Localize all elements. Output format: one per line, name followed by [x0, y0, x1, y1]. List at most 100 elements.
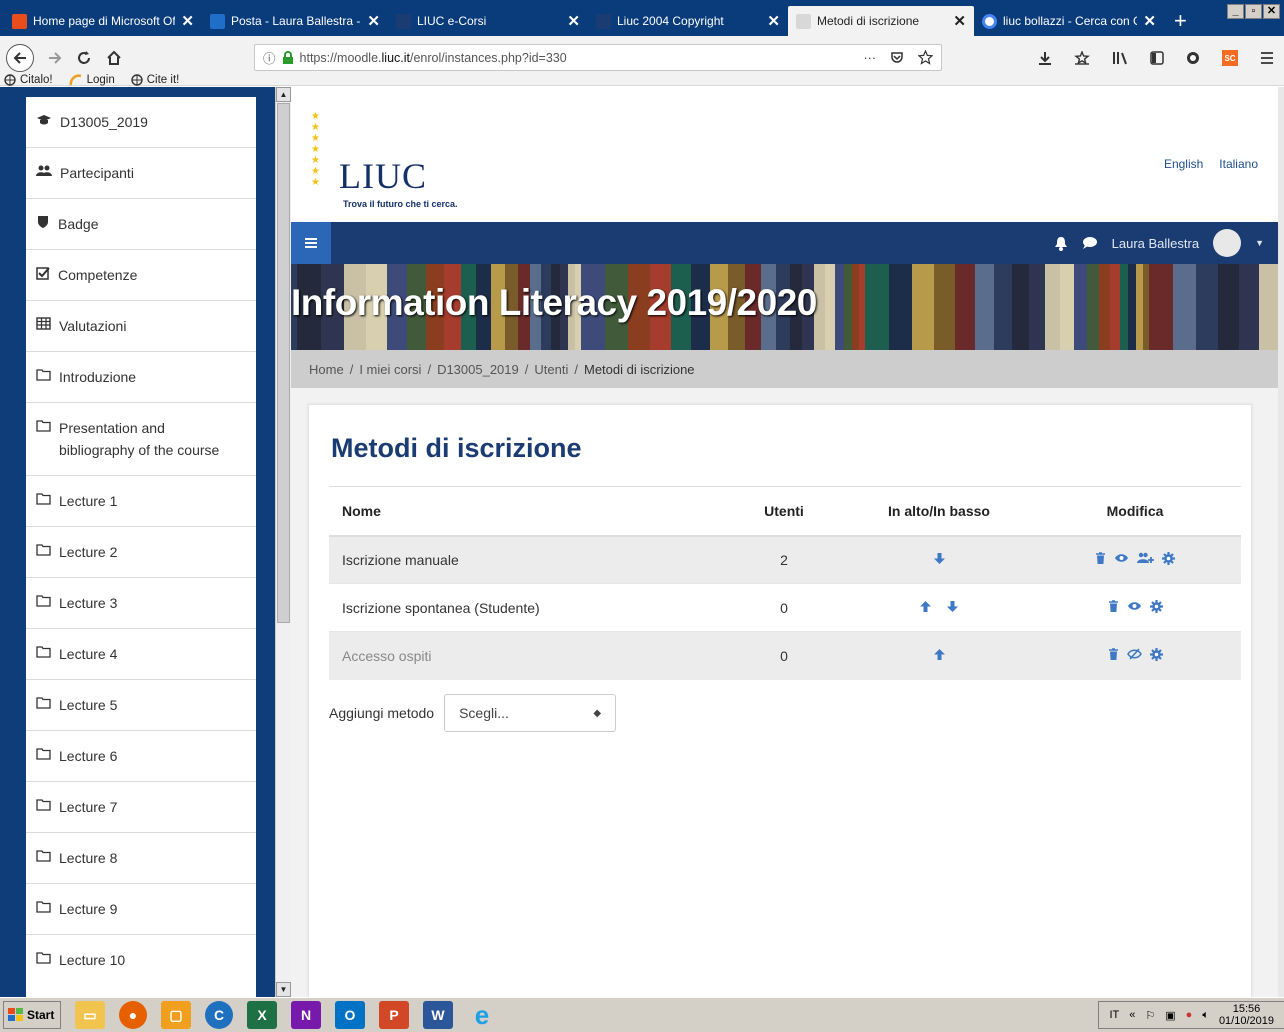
chrome-tray-icon[interactable]: ● — [1186, 1009, 1193, 1021]
bookmark-star-icon[interactable] — [1074, 51, 1090, 65]
drawer-item-2[interactable]: Badge — [26, 199, 256, 250]
drawer-item-10[interactable]: Lecture 4 — [26, 629, 256, 680]
breadcrumb-item[interactable]: D13005_2019 — [437, 362, 519, 377]
tray-expand-icon[interactable]: « — [1129, 1009, 1135, 1021]
media-icon[interactable]: ▢ — [161, 1001, 191, 1029]
scroll-down-arrow[interactable]: ▼ — [276, 982, 291, 997]
word-icon[interactable]: W — [423, 1001, 453, 1029]
onenote-icon[interactable]: N — [291, 1001, 321, 1029]
star-icon[interactable] — [918, 50, 933, 65]
drawer-item-13[interactable]: Lecture 7 — [26, 782, 256, 833]
close-window-button[interactable]: ✕ — [1263, 4, 1280, 19]
pocket-icon[interactable] — [890, 51, 904, 65]
forward-icon[interactable] — [48, 51, 62, 65]
new-tab-button[interactable]: + — [1174, 6, 1187, 36]
explorer-icon[interactable]: ▭ — [75, 1001, 105, 1029]
delete-icon[interactable] — [1108, 647, 1119, 661]
close-tab-icon[interactable]: ✕ — [181, 12, 194, 30]
close-tab-icon[interactable]: ✕ — [953, 12, 966, 30]
firefox-icon[interactable]: ● — [119, 1001, 147, 1029]
tab-google-search[interactable]: liuc bollazzi - Cerca con Goo✕ — [974, 6, 1164, 36]
add-method-select[interactable]: Scegli... ◆ — [444, 694, 617, 732]
eye-slash-icon[interactable] — [1126, 648, 1142, 660]
info-icon[interactable]: ⓘ — [263, 48, 276, 67]
outlook-icon[interactable]: O — [335, 1001, 365, 1029]
lang-italiano-link[interactable]: Italiano — [1219, 157, 1258, 171]
bookmark-login[interactable]: Login — [69, 74, 115, 86]
library-icon[interactable] — [1112, 51, 1128, 65]
delete-icon[interactable] — [1108, 599, 1119, 613]
gear-icon[interactable] — [1149, 599, 1163, 613]
close-tab-icon[interactable]: ✕ — [767, 12, 780, 30]
url-bar[interactable]: ⓘ https://moodle. liuc.it/enrol/instances… — [254, 44, 942, 71]
close-tab-icon[interactable]: ✕ — [367, 12, 380, 30]
eye-icon[interactable] — [1127, 601, 1142, 611]
bell-icon[interactable] — [1054, 236, 1068, 251]
page-actions-icon[interactable]: ··· — [864, 51, 877, 65]
flag-icon[interactable]: ⚐ — [1145, 1009, 1155, 1022]
maximize-button[interactable]: ▫ — [1245, 4, 1262, 19]
drawer-scrollbar[interactable]: ▲ ▼ — [275, 87, 291, 997]
tab-liuc-ecorsi[interactable]: LIUC e-Corsi ✕ — [388, 6, 588, 36]
arrow-up-icon[interactable] — [919, 600, 932, 613]
drawer-item-14[interactable]: Lecture 8 — [26, 833, 256, 884]
eye-icon[interactable] — [1114, 553, 1129, 563]
col-nome[interactable]: Nome — [329, 486, 719, 537]
gear-icon[interactable] — [1149, 647, 1163, 661]
start-button[interactable]: Start — [3, 1001, 61, 1029]
user-menu-name[interactable]: Laura Ballestra — [1112, 236, 1199, 251]
arrow-down-icon[interactable] — [946, 600, 959, 613]
download-icon[interactable] — [1038, 51, 1052, 65]
drawer-item-6[interactable]: Presentation and bibliography of the cou… — [26, 403, 256, 476]
clock[interactable]: 15:56 01/10/2019 — [1219, 1003, 1274, 1027]
avatar[interactable] — [1213, 229, 1242, 257]
sidebar-icon[interactable] — [1150, 51, 1164, 65]
volume-icon[interactable]: 🔈︎ — [1202, 1009, 1209, 1022]
drawer-item-7[interactable]: Lecture 1 — [26, 476, 256, 527]
tab-microsoft-office[interactable]: Home page di Microsoft Off ✕ — [4, 6, 202, 36]
breadcrumb-item[interactable]: Utenti — [534, 362, 568, 377]
delete-icon[interactable] — [1095, 551, 1106, 565]
extension-c-icon[interactable] — [1186, 51, 1200, 65]
tab-outlook-mail[interactable]: Posta - Laura Ballestra - O ✕ — [202, 6, 388, 36]
home-icon[interactable] — [106, 50, 122, 66]
bookmark-citalo[interactable]: Citalo! — [4, 74, 53, 86]
arrow-down-icon[interactable] — [933, 552, 946, 565]
breadcrumb-item[interactable]: Home — [309, 362, 344, 377]
drawer-item-0[interactable]: D13005_2019 — [26, 97, 256, 148]
drawer-item-4[interactable]: Valutazioni — [26, 301, 256, 352]
minimize-button[interactable]: _ — [1227, 4, 1244, 19]
powerpoint-icon[interactable]: P — [379, 1001, 409, 1029]
scrollbar-thumb[interactable] — [277, 103, 290, 623]
internet-explorer-icon[interactable]: e — [467, 1000, 497, 1030]
drawer-item-5[interactable]: Introduzione — [26, 352, 256, 403]
lang-english-link[interactable]: English — [1164, 157, 1203, 171]
drawer-item-11[interactable]: Lecture 5 — [26, 680, 256, 731]
extension-sc-icon[interactable]: SC — [1222, 50, 1238, 66]
tab-metodi-iscrizione[interactable]: Metodi di iscrizione ✕ — [788, 6, 974, 36]
drawer-toggle-button[interactable] — [291, 222, 331, 264]
ccleaner-icon[interactable]: C — [205, 1001, 233, 1029]
gear-icon[interactable] — [1162, 551, 1175, 565]
drawer-item-9[interactable]: Lecture 3 — [26, 578, 256, 629]
drawer-item-3[interactable]: Competenze — [26, 250, 256, 301]
close-tab-icon[interactable]: ✕ — [1143, 12, 1156, 30]
bookmark-cite-it[interactable]: Cite it! — [131, 74, 179, 86]
arrow-up-icon[interactable] — [933, 648, 946, 661]
reload-icon[interactable] — [76, 50, 92, 66]
excel-icon[interactable]: X — [247, 1001, 277, 1029]
network-icon[interactable]: ▣ — [1165, 1009, 1175, 1022]
tab-liuc-copyright[interactable]: Liuc 2004 Copyright ✕ — [588, 6, 788, 36]
scroll-up-arrow[interactable]: ▲ — [276, 87, 291, 102]
back-button[interactable] — [6, 44, 34, 72]
user-menu-caret-icon[interactable]: ▼ — [1255, 238, 1264, 248]
close-tab-icon[interactable]: ✕ — [567, 12, 580, 30]
drawer-item-12[interactable]: Lecture 6 — [26, 731, 256, 782]
chat-bubble-icon[interactable] — [1082, 236, 1098, 250]
drawer-item-15[interactable]: Lecture 9 — [26, 884, 256, 935]
breadcrumb-item[interactable]: I miei corsi — [359, 362, 421, 377]
drawer-item-1[interactable]: Partecipanti — [26, 148, 256, 199]
enrol-users-icon[interactable] — [1137, 552, 1154, 564]
menu-icon[interactable] — [1260, 52, 1274, 64]
drawer-item-8[interactable]: Lecture 2 — [26, 527, 256, 578]
